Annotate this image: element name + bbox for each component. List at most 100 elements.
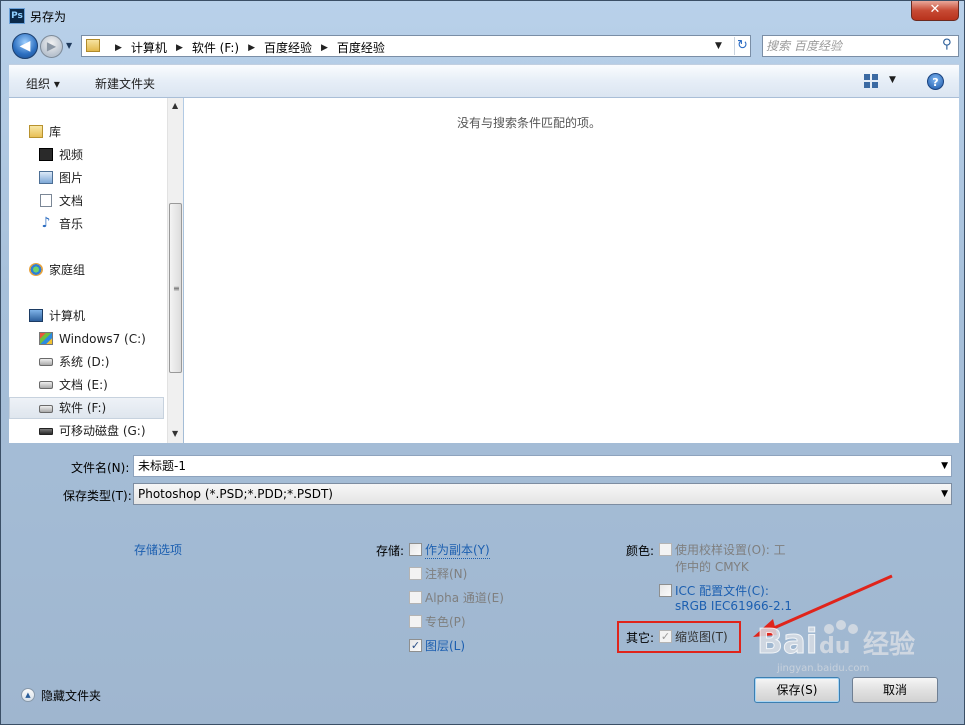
sidebar-item-drive-e[interactable]: 文档 (E:) <box>9 374 164 396</box>
empty-results-message: 没有与搜索条件匹配的项。 <box>456 116 601 130</box>
sidebar-scrollbar[interactable]: ▲ ≡ ▼ <box>167 98 183 443</box>
address-bar[interactable]: ▶ 计算机 ▶ 软件 (F:) ▶ 百度经验 ▶ 百度经验 ▼ ↻ <box>81 35 751 57</box>
sidebar-item-documents[interactable]: 文档 <box>9 190 164 212</box>
filename-field[interactable]: 未标题-1 ▼ <box>133 455 952 477</box>
save-as-dialog: Ps 另存为 ✕ ◀ ▶ ▼ ▶ 计算机 ▶ 软件 (F:) ▶ 百度经验 ▶ … <box>0 0 965 725</box>
proof-setup-label-cont: 作中的 CMYK <box>675 560 749 574</box>
collapse-arrow-icon[interactable]: ▲ <box>21 688 35 702</box>
hide-folders-button[interactable]: 隐藏文件夹 <box>41 687 101 704</box>
sidebar-item-label: 音乐 <box>59 217 84 231</box>
scroll-up-icon[interactable]: ▲ <box>172 101 178 110</box>
layers-checkbox[interactable]: ✓ <box>409 639 422 652</box>
filetype-label: 保存类型(T): <box>63 489 132 503</box>
watermark-brand: Bai <box>757 622 818 662</box>
proof-setup-checkbox[interactable] <box>659 543 672 556</box>
forward-button[interactable]: ▶ <box>40 35 63 58</box>
change-view-icon[interactable] <box>864 74 878 88</box>
save-options-panel: 文件名(N): 未标题-1 ▼ 保存类型(T): Photoshop (*.PS… <box>9 443 959 719</box>
filetype-select[interactable]: Photoshop (*.PSD;*.PDD;*.PSDT) ▼ <box>133 483 952 505</box>
chevron-down-icon[interactable]: ▼ <box>941 456 948 476</box>
scroll-down-icon[interactable]: ▼ <box>172 429 178 438</box>
sidebar-item-label: 家庭组 <box>49 263 86 277</box>
computer-icon <box>29 309 43 322</box>
annotation-highlight-box <box>617 621 741 653</box>
breadcrumb-separator-icon[interactable]: ▶ <box>321 43 328 53</box>
sidebar-item-label: 可移动磁盘 (G:) <box>59 424 146 438</box>
sidebar-item-label: 文档 <box>59 194 84 208</box>
sidebar-item-drive-d[interactable]: 系统 (D:) <box>9 351 164 373</box>
sidebar-item-drive-f[interactable]: 软件 (F:) <box>9 397 164 419</box>
sidebar-item-label: 系统 (D:) <box>59 355 110 369</box>
alpha-channels-checkbox[interactable] <box>409 591 422 604</box>
video-icon <box>39 148 53 161</box>
annotations-checkbox[interactable] <box>409 567 422 580</box>
scrollbar-thumb[interactable]: ≡ <box>169 203 182 373</box>
address-dropdown-icon[interactable]: ▼ <box>715 41 722 51</box>
search-input[interactable] <box>766 38 936 54</box>
organize-menu[interactable]: 组织 ▾ <box>26 75 60 92</box>
breadcrumb-current-folder[interactable]: 百度经验 <box>337 39 385 56</box>
watermark-suffix: 经验 <box>863 629 915 660</box>
sidebar-item-drive-g[interactable]: 可移动磁盘 (G:) <box>9 420 164 442</box>
breadcrumb-separator-icon[interactable]: ▶ <box>248 43 255 53</box>
sidebar-item-homegroup[interactable]: 家庭组 <box>9 259 164 281</box>
navigation-pane: 库 视频 图片 文档 ♪ 音乐 家庭组 计算机 Windows7 (C:) 系统… <box>9 98 183 443</box>
help-icon[interactable]: ? <box>927 73 944 90</box>
breadcrumb-separator-icon[interactable]: ▶ <box>115 43 122 53</box>
sidebar-item-pictures[interactable]: 图片 <box>9 167 164 189</box>
filename-label: 文件名(N): <box>71 461 130 475</box>
breadcrumb-computer[interactable]: 计算机 <box>131 39 167 56</box>
library-icon <box>29 125 43 138</box>
recent-locations-dropdown[interactable]: ▼ <box>66 41 72 50</box>
grip-icon: ≡ <box>173 284 180 293</box>
folder-icon <box>86 39 100 52</box>
sidebar-item-label: 图片 <box>59 171 84 185</box>
drive-icon <box>39 358 53 366</box>
breadcrumb-folder[interactable]: 百度经验 <box>264 39 312 56</box>
sidebar-item-label: 计算机 <box>49 309 86 323</box>
cancel-button[interactable]: 取消 <box>852 677 938 703</box>
search-icon[interactable]: ⚲ <box>942 37 952 52</box>
command-toolbar: 组织 ▾ 新建文件夹 ▼ ? <box>9 64 959 98</box>
drive-icon <box>39 381 53 389</box>
sidebar-item-drive-c[interactable]: Windows7 (C:) <box>9 328 164 350</box>
refresh-icon[interactable]: ↻ <box>734 37 750 55</box>
view-options-dropdown[interactable]: ▼ <box>889 75 896 85</box>
proof-setup-label: 使用校样设置(O): 工 <box>675 543 786 557</box>
storage-options-link[interactable]: 存储选项 <box>134 541 182 558</box>
filename-value: 未标题-1 <box>138 459 186 473</box>
chevron-down-icon[interactable]: ▼ <box>941 484 948 504</box>
usb-drive-icon <box>39 428 53 435</box>
spot-colors-checkbox[interactable] <box>409 615 422 628</box>
as-copy-label[interactable]: 作为副本(Y) <box>425 541 490 559</box>
title-bar: Ps 另存为 ✕ <box>1 1 964 31</box>
layers-label[interactable]: 图层(L) <box>425 637 465 654</box>
file-list[interactable]: 没有与搜索条件匹配的项。 <box>184 98 959 443</box>
new-folder-button[interactable]: 新建文件夹 <box>95 75 155 92</box>
pictures-icon <box>39 171 53 184</box>
documents-icon <box>40 194 52 207</box>
icc-profile-checkbox[interactable] <box>659 584 672 597</box>
sidebar-item-videos[interactable]: 视频 <box>9 144 164 166</box>
breadcrumb-separator-icon[interactable]: ▶ <box>176 43 183 53</box>
save-button[interactable]: 保存(S) <box>754 677 840 703</box>
watermark-brand-du: du <box>819 634 850 659</box>
search-box[interactable]: ⚲ <box>762 35 959 57</box>
back-button[interactable]: ◀ <box>12 33 38 59</box>
alpha-channels-label: Alpha 通道(E) <box>425 591 504 605</box>
annotations-label: 注释(N) <box>425 567 468 581</box>
drive-icon <box>39 405 53 413</box>
sidebar-item-computer[interactable]: 计算机 <box>9 305 164 327</box>
close-button[interactable]: ✕ <box>911 1 959 21</box>
music-icon: ♪ <box>41 215 51 231</box>
filetype-value: Photoshop (*.PSD;*.PDD;*.PSDT) <box>138 487 333 501</box>
sidebar-item-label: 软件 (F:) <box>59 401 107 415</box>
breadcrumb-drive-f[interactable]: 软件 (F:) <box>192 39 239 56</box>
as-copy-checkbox[interactable] <box>409 543 422 556</box>
sidebar-item-label: 库 <box>49 125 62 139</box>
sidebar-item-libraries[interactable]: 库 <box>9 121 164 143</box>
navigation-bar: ◀ ▶ ▼ ▶ 计算机 ▶ 软件 (F:) ▶ 百度经验 ▶ 百度经验 ▼ ↻ … <box>9 31 959 61</box>
baidu-jingyan-watermark: Bai du 经验 jingyan.baidu.com <box>757 620 915 674</box>
sidebar-item-music[interactable]: ♪ 音乐 <box>9 213 164 235</box>
sidebar-item-label: 视频 <box>59 148 84 162</box>
